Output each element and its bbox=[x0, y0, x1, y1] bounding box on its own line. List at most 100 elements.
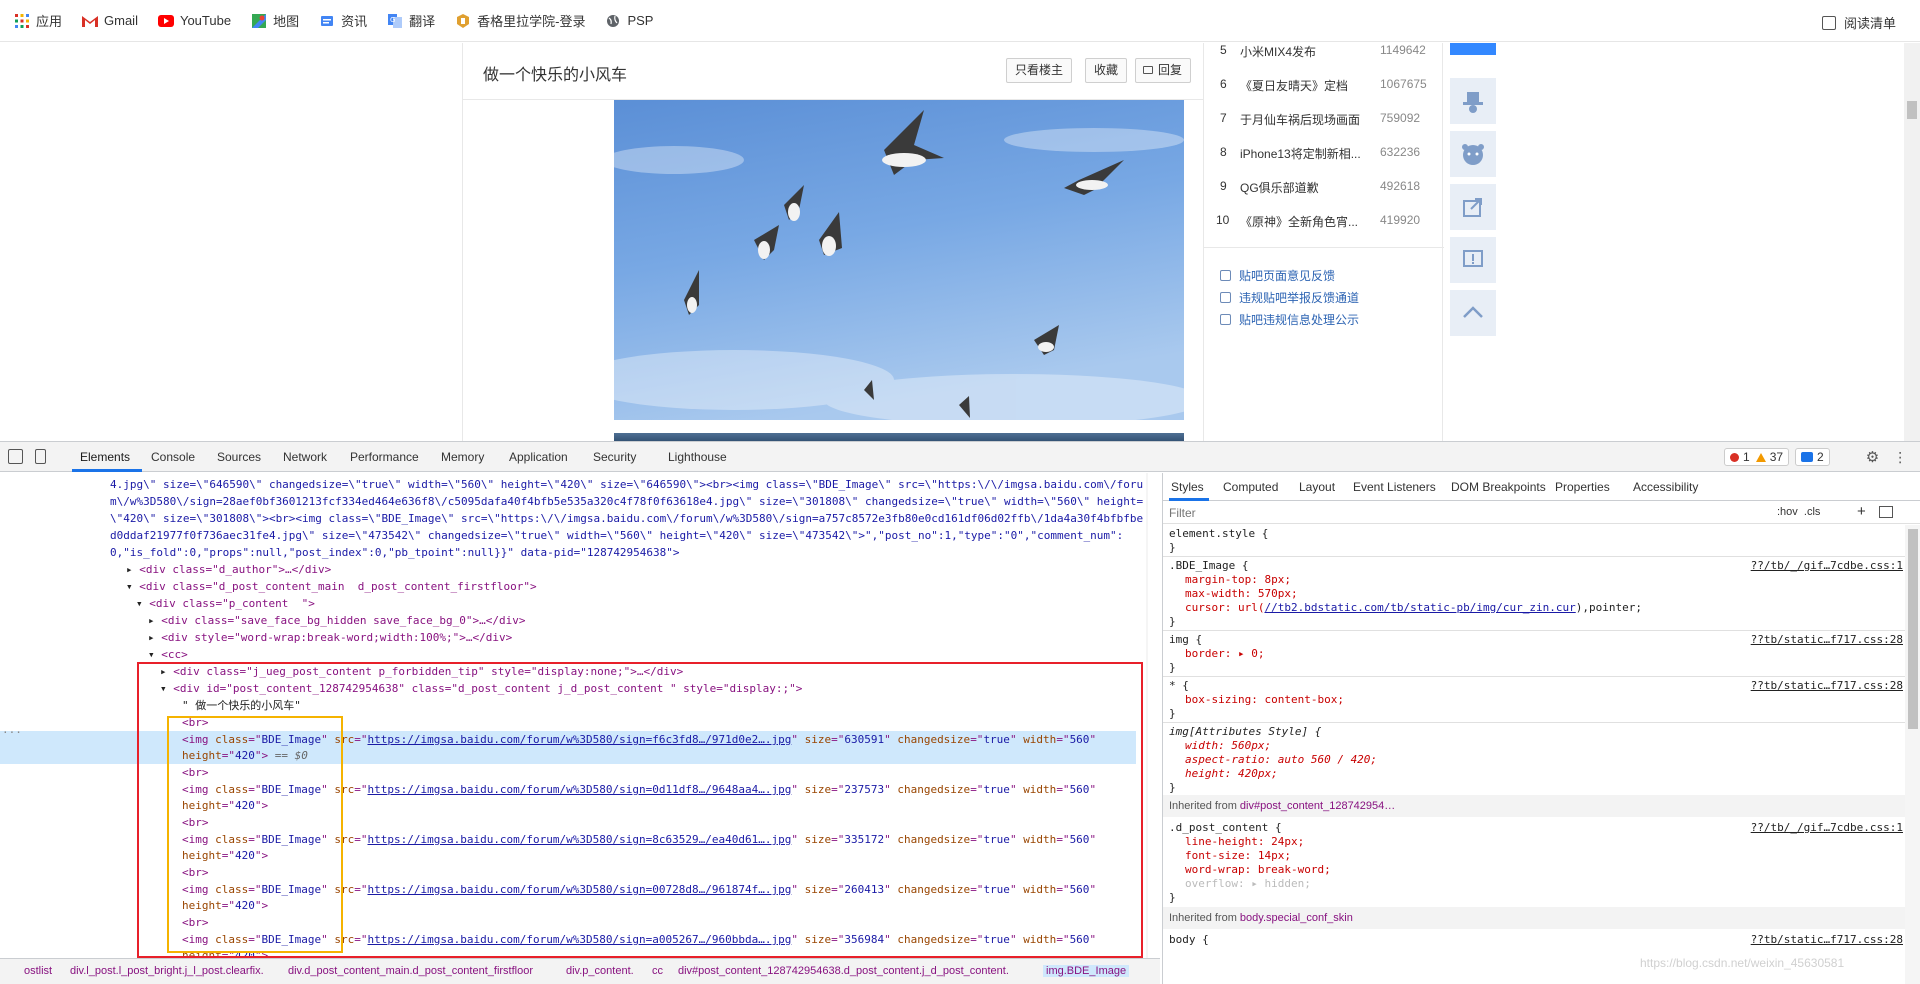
message-badge[interactable]: 2 bbox=[1795, 448, 1830, 466]
rule-source-link[interactable]: ??/tb/_/gif…7cdbe.css:1 bbox=[1751, 821, 1903, 835]
css-property[interactable]: margin-top: 8px; bbox=[1185, 573, 1291, 587]
css-property[interactable]: border: ▸ 0; bbox=[1185, 647, 1264, 661]
tab-styles[interactable]: Styles bbox=[1171, 480, 1204, 494]
rule-selector[interactable]: .BDE_Image { bbox=[1169, 559, 1248, 573]
bookmark-translate[interactable]: G 翻译 bbox=[387, 11, 435, 30]
tab-layout[interactable]: Layout bbox=[1299, 480, 1335, 494]
back-to-top-button[interactable] bbox=[1450, 290, 1496, 336]
tab-elements[interactable]: Elements bbox=[80, 450, 130, 464]
styles-filter-input[interactable] bbox=[1169, 505, 1669, 521]
dom-node-d-author[interactable]: ▸ <div class="d_author">…</div> bbox=[126, 562, 331, 579]
rule-source-link[interactable]: ??tb/static…f717.css:28 bbox=[1751, 679, 1903, 693]
css-property[interactable]: aspect-ratio: auto 560 / 420; bbox=[1185, 753, 1377, 767]
tab-properties[interactable]: Properties bbox=[1555, 480, 1610, 494]
tab-lighthouse[interactable]: Lighthouse bbox=[668, 450, 727, 464]
rule-source-link[interactable]: ??tb/static…f717.css:28 bbox=[1751, 633, 1903, 647]
dom-node-d-post-content-main[interactable]: ▾ <div class="d_post_content_main d_post… bbox=[126, 579, 537, 596]
rank-item[interactable]: 6 《夏日友晴天》定档 1067675 bbox=[1204, 77, 1444, 97]
tab-application[interactable]: Application bbox=[509, 450, 568, 464]
tab-event-listeners[interactable]: Event Listeners bbox=[1353, 480, 1436, 494]
reading-list-button[interactable]: 阅读清单 bbox=[1821, 13, 1896, 32]
css-property[interactable]: box-sizing: content-box; bbox=[1185, 693, 1344, 707]
breadcrumb-item-selected[interactable]: img.BDE_Image bbox=[1043, 965, 1130, 977]
bookmark-maps[interactable]: 地图 bbox=[251, 11, 299, 30]
rank-item[interactable]: 5 小米MIX4发布 1149642 bbox=[1204, 43, 1444, 63]
dom-line[interactable]: d0ddaf21977f0f736aec31fe4.jpg\" size=\"4… bbox=[110, 528, 1123, 545]
rule-selector[interactable]: img[Attributes Style] { bbox=[1169, 725, 1321, 739]
rule-selector[interactable]: img { bbox=[1169, 633, 1202, 647]
hov-cls-toggles[interactable]: :hov .cls bbox=[1777, 506, 1820, 518]
tab-dom-breakpoints[interactable]: DOM Breakpoints bbox=[1451, 480, 1546, 494]
rank-item[interactable]: 9 QG俱乐部道歉 492618 bbox=[1204, 179, 1444, 199]
breadcrumb-item[interactable]: div.d_post_content_main.d_post_content_f… bbox=[288, 965, 533, 977]
tab-performance[interactable]: Performance bbox=[350, 450, 419, 464]
dom-line[interactable]: 4.jpg\" size=\"646590\" changedsize=\"tr… bbox=[110, 477, 1143, 494]
css-property[interactable]: width: 560px; bbox=[1185, 739, 1271, 753]
feedback-link[interactable]: 贴吧页面意见反馈 bbox=[1220, 267, 1335, 284]
bookmark-academy[interactable]: 香格里拉学院-登录 bbox=[455, 11, 585, 30]
favorite-button[interactable]: 收藏 bbox=[1085, 58, 1128, 83]
elements-scrollbar[interactable] bbox=[1146, 473, 1148, 958]
dom-line[interactable]: m\/w%3D580\/sign=28aef0bf3601213fcf334ed… bbox=[110, 494, 1143, 511]
css-property[interactable]: line-height: 24px; bbox=[1185, 835, 1304, 849]
report-tool[interactable] bbox=[1450, 237, 1496, 283]
rule-source-link[interactable]: ??/tb/_/gif…7cdbe.css:1 bbox=[1751, 559, 1903, 573]
rank-item[interactable]: 8 iPhone13将定制新相... 632236 bbox=[1204, 145, 1444, 165]
breadcrumb-item[interactable]: cc bbox=[652, 965, 663, 977]
scroll-thumb[interactable] bbox=[1908, 529, 1918, 729]
css-property-inactive[interactable]: overflow: ▸ hidden; bbox=[1185, 877, 1311, 891]
dom-node-word-wrap[interactable]: ▸ <div style="word-wrap:break-word;width… bbox=[148, 630, 512, 647]
violation-notice-link[interactable]: 贴吧违规信息处理公示 bbox=[1220, 311, 1359, 328]
tab-network[interactable]: Network bbox=[283, 450, 327, 464]
rank-item[interactable]: 10 《原神》全新角色宵... 419920 bbox=[1204, 213, 1444, 233]
tab-security[interactable]: Security bbox=[593, 450, 636, 464]
rule-selector[interactable]: .d_post_content { bbox=[1169, 821, 1282, 835]
gear-icon[interactable]: ⚙ bbox=[1866, 448, 1879, 466]
mascot-tool[interactable] bbox=[1450, 131, 1496, 177]
add-rule-icon[interactable]: + bbox=[1857, 503, 1866, 520]
bookmark-apps[interactable]: 应用 bbox=[14, 11, 62, 30]
dom-node-save-face[interactable]: ▸ <div class="save_face_bg_hidden save_f… bbox=[148, 613, 526, 630]
dom-node-p-content[interactable]: ▾ <div class="p_content "> bbox=[136, 596, 315, 613]
inspect-element-icon[interactable] bbox=[8, 449, 23, 464]
sidebar-toggle-icon[interactable] bbox=[1879, 506, 1893, 518]
more-dots-icon[interactable]: ··· bbox=[2, 725, 22, 742]
device-toolbar-icon[interactable] bbox=[35, 449, 46, 464]
css-property[interactable]: height: 420px; bbox=[1185, 767, 1278, 781]
post-image-next[interactable] bbox=[614, 433, 1184, 441]
only-op-button[interactable]: 只看楼主 bbox=[1006, 58, 1073, 83]
css-property[interactable]: max-width: 570px; bbox=[1185, 587, 1298, 601]
tab-memory[interactable]: Memory bbox=[441, 450, 484, 464]
bookmark-psp[interactable]: PSP bbox=[605, 13, 653, 29]
more-vertical-icon[interactable]: ⋮ bbox=[1893, 449, 1907, 466]
breadcrumb-item[interactable]: div#post_content_128742954638.d_post_con… bbox=[678, 965, 1009, 977]
bookmark-gmail[interactable]: Gmail bbox=[82, 13, 138, 29]
css-property[interactable]: cursor: url(//tb2.bdstatic.com/tb/static… bbox=[1185, 601, 1642, 615]
report-link[interactable]: 违规贴吧举报反馈通道 bbox=[1220, 289, 1359, 306]
tab-sources[interactable]: Sources bbox=[217, 450, 261, 464]
tab-accessibility[interactable]: Accessibility bbox=[1633, 480, 1698, 494]
rule-source-link[interactable]: ??tb/static…f717.css:28 bbox=[1751, 933, 1903, 947]
reply-button[interactable]: 回复 bbox=[1135, 58, 1192, 83]
tab-console[interactable]: Console bbox=[151, 450, 195, 464]
rank-item[interactable]: 7 于月仙车祸后现场画面 759092 bbox=[1204, 111, 1444, 131]
post-image-seagulls[interactable] bbox=[614, 100, 1184, 420]
bookmark-news[interactable]: 资讯 bbox=[319, 11, 367, 30]
dom-line[interactable]: \"420\" size=\"301808\"><br><img class=\… bbox=[110, 511, 1143, 528]
styles-scrollbar[interactable] bbox=[1905, 525, 1920, 984]
bookmark-youtube[interactable]: YouTube bbox=[157, 13, 231, 29]
error-badge[interactable]: 1 37 bbox=[1724, 448, 1790, 466]
page-scrollbar[interactable] bbox=[1904, 43, 1920, 441]
rule-selector[interactable]: element.style { bbox=[1169, 527, 1268, 541]
breadcrumb-item[interactable]: div.p_content. bbox=[566, 965, 634, 977]
share-tool[interactable] bbox=[1450, 184, 1496, 230]
tab-computed[interactable]: Computed bbox=[1223, 480, 1278, 494]
breadcrumb-item[interactable]: div.l_post.l_post_bright.j_l_post.clearf… bbox=[70, 965, 264, 977]
scroll-thumb[interactable] bbox=[1907, 101, 1917, 119]
rule-selector[interactable]: body { bbox=[1169, 933, 1209, 947]
rule-selector[interactable]: * { bbox=[1169, 679, 1189, 693]
css-property[interactable]: font-size: 14px; bbox=[1185, 849, 1291, 863]
dom-line[interactable]: 0,"is_fold":0,"props":null,"post_index":… bbox=[110, 545, 680, 562]
magician-tool[interactable] bbox=[1450, 78, 1496, 124]
breadcrumb-item[interactable]: ostlist bbox=[24, 965, 52, 977]
